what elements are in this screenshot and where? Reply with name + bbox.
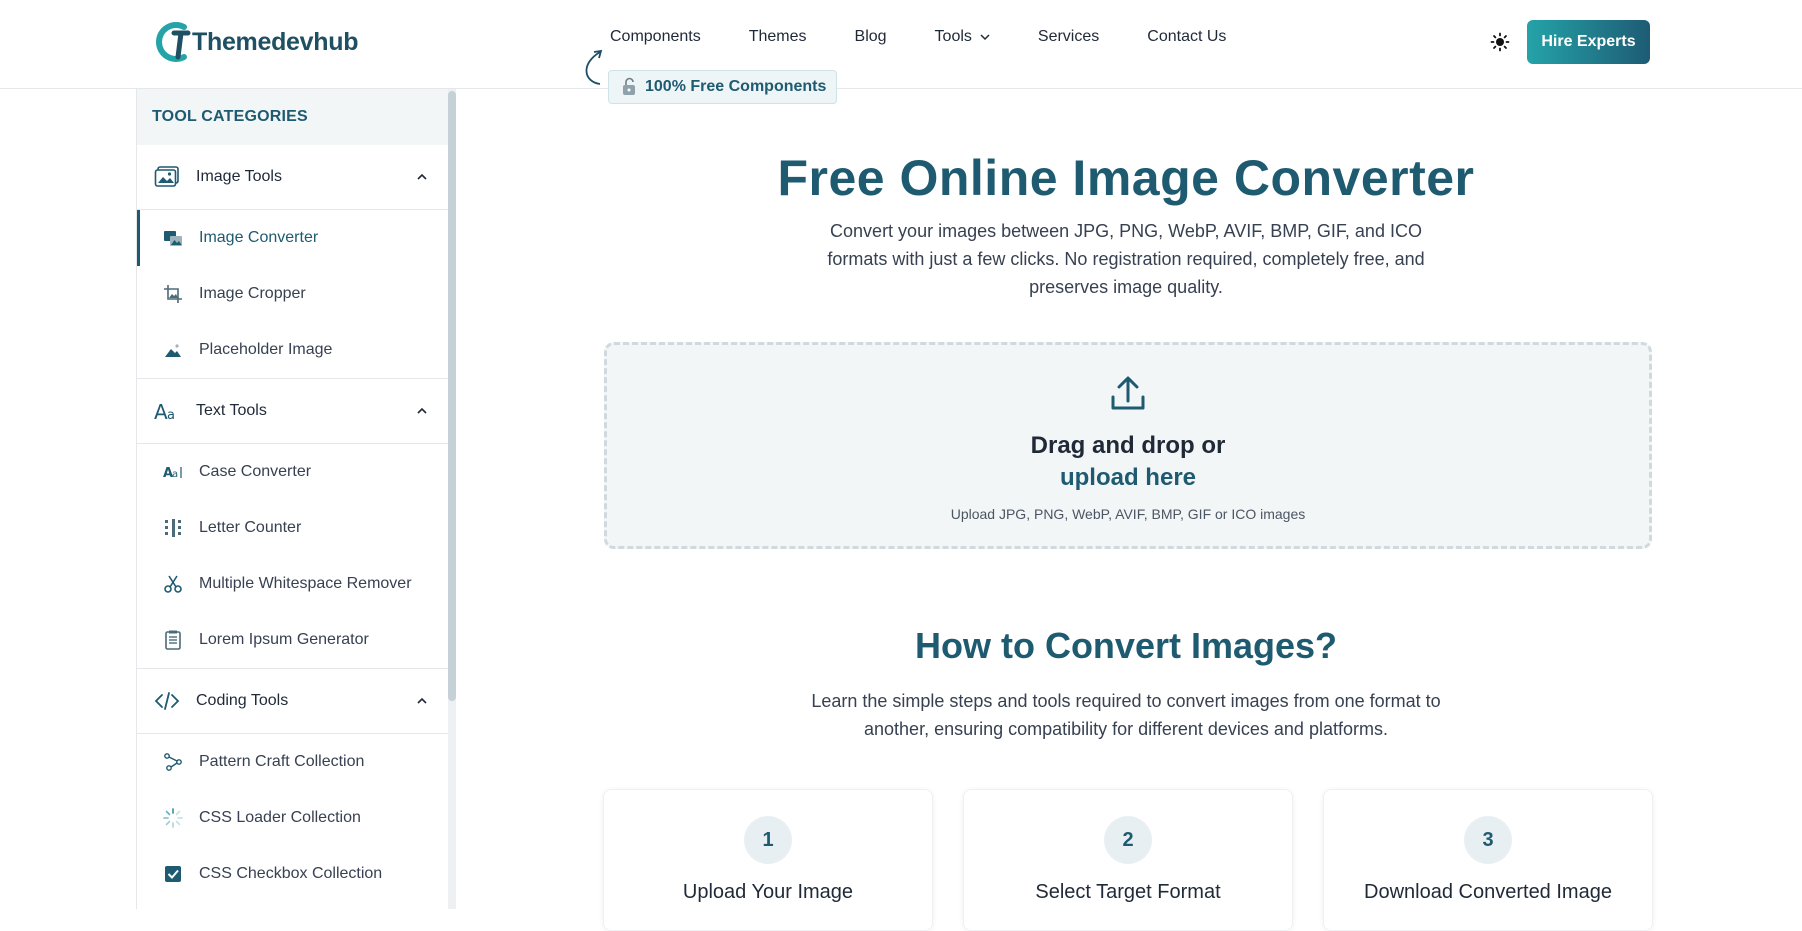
step-card-3: 3 Download Converted Image — [1323, 789, 1653, 931]
main-content: Free Online Image Converter Convert your… — [456, 89, 1802, 909]
image-tools-icon — [154, 164, 180, 190]
sidebar-item-whitespace-remover[interactable]: Multiple Whitespace Remover — [137, 556, 449, 612]
pattern-icon — [163, 752, 183, 772]
nav-blog[interactable]: Blog — [855, 28, 887, 46]
group-label: Image Tools — [196, 168, 282, 186]
nav-services[interactable]: Services — [1038, 28, 1099, 46]
group-image-tools[interactable]: Image Tools — [137, 145, 449, 210]
sidebar-item-lorem-ipsum[interactable]: Lorem Ipsum Generator — [137, 612, 449, 669]
step-number: 2 — [1104, 816, 1152, 864]
group-label: Text Tools — [196, 402, 267, 420]
image-cropper-icon — [163, 284, 183, 304]
page-title: Free Online Image Converter — [456, 149, 1796, 207]
nav-label: Services — [1038, 28, 1099, 46]
item-label: Lorem Ipsum Generator — [199, 631, 369, 649]
logo[interactable]: Themedevhub — [154, 18, 358, 66]
letter-counter-icon — [163, 518, 183, 538]
sidebar: TOOL CATEGORIES Image Tools Image Conver… — [136, 89, 449, 909]
svg-text:A: A — [154, 400, 168, 424]
nav-label: Tools — [935, 28, 972, 46]
document-icon — [163, 630, 183, 650]
group-label: Coding Tools — [196, 692, 288, 710]
step-title: Upload Your Image — [604, 881, 932, 904]
item-label: Case Converter — [199, 463, 311, 481]
upload-icon — [1110, 375, 1146, 413]
logo-icon — [154, 19, 196, 65]
step-number: 3 — [1464, 816, 1512, 864]
chevron-up-icon — [417, 172, 427, 182]
nav-label: Contact Us — [1147, 28, 1226, 46]
chevron-up-icon — [417, 696, 427, 706]
item-label: Image Cropper — [199, 285, 306, 303]
sidebar-item-placeholder-image[interactable]: Placeholder Image — [137, 322, 449, 379]
nav-tools[interactable]: Tools — [935, 28, 990, 46]
step-title: Download Converted Image — [1324, 881, 1652, 904]
upload-dropzone[interactable]: Drag and drop or upload here Upload JPG,… — [604, 342, 1652, 549]
sidebar-item-case-converter[interactable]: A a Case Converter — [137, 444, 449, 500]
sidebar-item-css-checkbox[interactable]: CSS Checkbox Collection — [137, 846, 449, 902]
nav-contact[interactable]: Contact Us — [1147, 28, 1226, 46]
svg-text:a: a — [167, 408, 175, 423]
main-nav: Components Themes Blog Tools Services Co… — [610, 28, 1274, 46]
item-label: Placeholder Image — [199, 341, 332, 359]
placeholder-image-icon — [163, 340, 183, 360]
chevron-down-icon — [980, 32, 990, 42]
group-coding-tools[interactable]: Coding Tools — [137, 669, 449, 734]
nav-label: Blog — [855, 28, 887, 46]
how-to-title: How to Convert Images? — [456, 625, 1796, 667]
upload-link[interactable]: upload here — [607, 464, 1649, 492]
sidebar-item-image-cropper[interactable]: Image Cropper — [137, 266, 449, 322]
nav-label: Themes — [749, 28, 807, 46]
sidebar-scrollbar[interactable] — [448, 89, 456, 909]
item-label: Multiple Whitespace Remover — [199, 575, 412, 593]
item-label: Image Converter — [199, 229, 318, 247]
step-title: Select Target Format — [964, 881, 1292, 904]
sidebar-item-image-converter[interactable]: Image Converter — [137, 210, 449, 266]
step-number: 1 — [744, 816, 792, 864]
sun-icon[interactable] — [1490, 32, 1510, 52]
checkbox-icon — [163, 864, 183, 884]
item-label: CSS Checkbox Collection — [199, 865, 382, 883]
sidebar-item-letter-counter[interactable]: Letter Counter — [137, 500, 449, 556]
step-card-2: 2 Select Target Format — [963, 789, 1293, 931]
scissors-icon — [163, 574, 183, 594]
group-text-tools[interactable]: A a Text Tools — [137, 379, 449, 444]
hire-experts-button[interactable]: Hire Experts — [1527, 20, 1650, 64]
case-converter-icon: A a — [163, 462, 183, 482]
nav-components[interactable]: Components — [610, 28, 701, 46]
nav-label: Components — [610, 28, 701, 46]
nav-themes[interactable]: Themes — [749, 28, 807, 46]
step-card-1: 1 Upload Your Image — [603, 789, 933, 931]
svg-text:a: a — [172, 469, 178, 480]
page-subtitle: Convert your images between JPG, PNG, We… — [820, 217, 1432, 301]
dropzone-hint: Upload JPG, PNG, WebP, AVIF, BMP, GIF or… — [607, 506, 1649, 522]
scrollbar-thumb[interactable] — [448, 91, 456, 701]
item-label: Letter Counter — [199, 519, 301, 537]
how-to-subtitle: Learn the simple steps and tools require… — [796, 687, 1456, 743]
dropzone-text: Drag and drop or — [607, 432, 1649, 460]
sidebar-item-css-loader[interactable]: CSS Loader Collection — [137, 790, 449, 846]
sidebar-item-pattern-craft[interactable]: Pattern Craft Collection — [137, 734, 449, 790]
chevron-up-icon — [417, 406, 427, 416]
sidebar-title: TOOL CATEGORIES — [137, 89, 449, 145]
image-converter-icon — [163, 228, 183, 248]
item-label: CSS Loader Collection — [199, 809, 361, 827]
text-tools-icon: A a — [154, 398, 180, 424]
item-label: Pattern Craft Collection — [199, 753, 364, 771]
code-icon — [154, 688, 180, 714]
loader-icon — [163, 808, 183, 828]
logo-text: Themedevhub — [192, 28, 358, 57]
